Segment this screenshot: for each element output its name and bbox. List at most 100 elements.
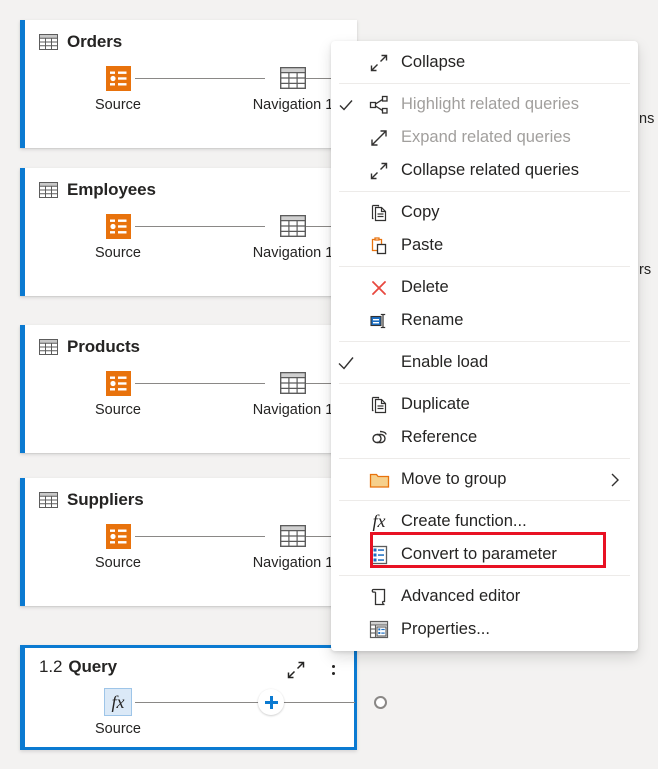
advanced-editor-icon — [361, 587, 397, 607]
query-name: Suppliers — [67, 490, 144, 510]
collapse-icon — [361, 161, 397, 181]
card-title: Suppliers — [39, 490, 144, 510]
step-label: Source — [70, 555, 166, 571]
expand-icon — [361, 128, 397, 148]
query-card-products[interactable]: Products Source — [20, 325, 357, 453]
menu-item-label: Rename — [397, 311, 463, 330]
steps-row: Source Navigation 1 — [25, 522, 357, 588]
query-name: Orders — [67, 32, 122, 52]
step-navigation[interactable]: Navigation 1 — [245, 212, 341, 261]
table-icon — [39, 339, 58, 355]
query-card-orders[interactable]: Orders Source — [20, 20, 357, 148]
paste-icon — [361, 236, 397, 256]
step-navigation[interactable]: Navigation 1 — [245, 522, 341, 571]
checkmark-icon — [331, 97, 361, 113]
clipped-step-label: rs — [639, 262, 651, 278]
menu-item-label: Collapse — [397, 53, 465, 72]
menu-item-copy[interactable]: Copy — [331, 196, 638, 229]
menu-item-duplicate[interactable]: Duplicate — [331, 388, 638, 421]
navigation-table-icon — [245, 64, 341, 92]
steps-row: Source Navigation 1 — [25, 64, 357, 130]
step-source[interactable]: Source — [70, 522, 166, 571]
step-source[interactable]: fx Source — [70, 688, 166, 737]
steps-row: Source Navigation 1 — [25, 212, 357, 278]
menu-item-label: Expand related queries — [397, 128, 571, 147]
menu-item-create-function[interactable]: fx Create function... — [331, 505, 638, 538]
menu-item-label: Highlight related queries — [397, 95, 579, 114]
card-title: Orders — [39, 32, 122, 52]
delete-x-icon — [361, 278, 397, 298]
reference-icon — [361, 428, 397, 448]
more-options-icon[interactable] — [326, 660, 340, 680]
card-tools — [286, 660, 340, 680]
steps-row: fx Source — [25, 688, 354, 754]
menu-separator — [339, 383, 630, 384]
step-label: Navigation 1 — [245, 555, 341, 571]
menu-item-label: Move to group — [397, 470, 506, 489]
menu-item-properties[interactable]: Properties... — [331, 613, 638, 646]
menu-separator — [339, 575, 630, 576]
step-source[interactable]: Source — [70, 369, 166, 418]
source-table-orange-icon — [70, 369, 166, 397]
step-navigation[interactable]: Navigation 1 — [245, 369, 341, 418]
card-title: Employees — [39, 180, 156, 200]
menu-separator — [339, 266, 630, 267]
menu-item-convert-to-parameter[interactable]: Convert to parameter — [331, 538, 638, 571]
menu-item-label: Duplicate — [397, 395, 470, 414]
menu-item-paste[interactable]: Paste — [331, 229, 638, 262]
menu-item-enable-load[interactable]: Enable load — [331, 346, 638, 379]
menu-item-collapse-related-queries[interactable]: Collapse related queries — [331, 154, 638, 187]
step-label: Navigation 1 — [245, 402, 341, 418]
step-connector — [135, 702, 355, 703]
menu-separator — [339, 191, 630, 192]
query-card-selected-query[interactable]: 1.2 Query fx Source — [20, 645, 357, 750]
properties-icon — [361, 620, 397, 639]
steps-row: Source Navigation 1 — [25, 369, 357, 435]
step-label: Navigation 1 — [245, 245, 341, 261]
card-title: 1.2 Query — [39, 657, 117, 677]
query-name: Products — [67, 337, 140, 357]
step-label: Source — [70, 721, 166, 737]
step-navigation[interactable]: Navigation 1 — [245, 64, 341, 113]
menu-item-label: Advanced editor — [397, 587, 520, 606]
chevron-right-icon — [608, 471, 630, 489]
menu-item-delete[interactable]: Delete — [331, 271, 638, 304]
menu-item-reference[interactable]: Reference — [331, 421, 638, 454]
query-card-employees[interactable]: Employees Source — [20, 168, 357, 296]
query-name: Query — [68, 657, 117, 677]
folder-icon — [361, 471, 397, 489]
menu-item-label: Create function... — [397, 512, 527, 531]
menu-item-highlight-related-queries[interactable]: Highlight related queries — [331, 88, 638, 121]
menu-item-move-to-group[interactable]: Move to group — [331, 463, 638, 496]
menu-item-advanced-editor[interactable]: Advanced editor — [331, 580, 638, 613]
card-title: Products — [39, 337, 140, 357]
add-step-plus-icon[interactable] — [258, 689, 284, 715]
clipped-step-label: ns — [639, 111, 654, 127]
query-context-menu[interactable]: Collapse Highlight related queries — [331, 41, 638, 651]
step-source[interactable]: Source — [70, 64, 166, 113]
collapse-icon[interactable] — [286, 660, 306, 680]
menu-item-label: Properties... — [397, 620, 490, 639]
source-table-orange-icon — [70, 522, 166, 550]
table-icon — [39, 182, 58, 198]
menu-item-label: Paste — [397, 236, 443, 255]
fx-icon: fx — [361, 511, 397, 532]
menu-item-rename[interactable]: Rename — [331, 304, 638, 337]
step-label: Source — [70, 245, 166, 261]
query-card-suppliers[interactable]: Suppliers Source — [20, 478, 357, 606]
step-source[interactable]: Source — [70, 212, 166, 261]
rename-icon — [361, 311, 397, 331]
menu-item-label: Reference — [397, 428, 477, 447]
menu-item-expand-related-queries[interactable]: Expand related queries — [331, 121, 638, 154]
menu-item-collapse[interactable]: Collapse — [331, 46, 638, 79]
step-label: Source — [70, 402, 166, 418]
query-output-node[interactable] — [374, 696, 387, 709]
table-icon — [39, 492, 58, 508]
copy-icon — [361, 203, 397, 223]
step-label: Navigation 1 — [245, 97, 341, 113]
navigation-table-icon — [245, 369, 341, 397]
menu-separator — [339, 458, 630, 459]
menu-separator — [339, 341, 630, 342]
menu-item-label: Delete — [397, 278, 449, 297]
parameter-icon — [361, 545, 397, 565]
